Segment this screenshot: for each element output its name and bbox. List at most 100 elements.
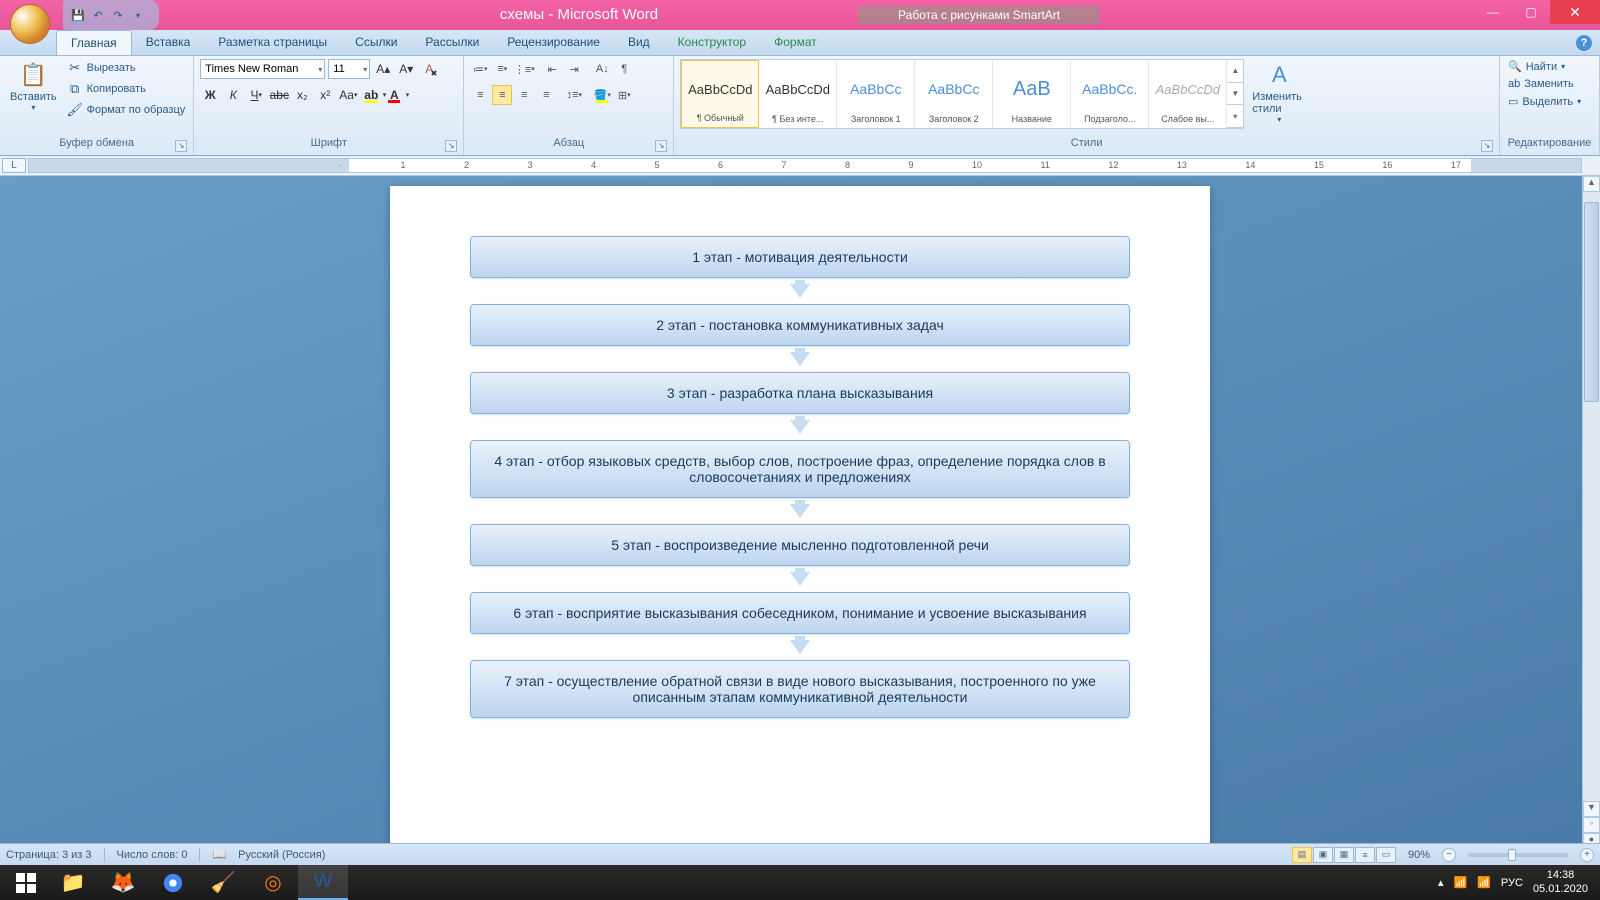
tray-language[interactable]: РУС: [1501, 877, 1523, 889]
print-layout-view[interactable]: ▤: [1292, 847, 1312, 863]
prev-page-icon[interactable]: ◦: [1583, 817, 1600, 833]
font-name-combo[interactable]: Times New Roman▾: [200, 59, 325, 79]
vertical-scrollbar[interactable]: ▲ ▼ ◦ ● ◦: [1582, 176, 1600, 865]
copy-button[interactable]: ⧉Копировать: [65, 80, 188, 98]
taskbar-explorer[interactable]: 📁: [48, 865, 98, 900]
word-count[interactable]: Число слов: 0: [117, 849, 188, 861]
taskbar-word[interactable]: W: [298, 865, 348, 900]
style-item[interactable]: AaBbCcDd¶ Обычный: [681, 60, 759, 128]
bullets-button[interactable]: ≔▾: [470, 59, 490, 79]
style-item[interactable]: AaBbCcЗаголовок 1: [837, 60, 915, 128]
maximize-button[interactable]: ▢: [1512, 0, 1550, 24]
shrink-font-button[interactable]: A▾: [396, 59, 416, 79]
replace-button[interactable]: abЗаменить: [1506, 77, 1583, 91]
numbering-button[interactable]: ≡▾: [492, 59, 512, 79]
tray-show-hidden-icon[interactable]: ▴: [1438, 876, 1444, 889]
decrease-indent-button[interactable]: ⇤: [542, 59, 562, 79]
draft-view[interactable]: ▭: [1376, 847, 1396, 863]
scroll-up-icon[interactable]: ▲: [1583, 176, 1600, 192]
taskbar-avast[interactable]: ◎: [248, 865, 298, 900]
sort-button[interactable]: A↓: [592, 59, 612, 79]
page[interactable]: 1 этап - мотивация деятельности 2 этап - …: [390, 186, 1210, 865]
taskbar-ccleaner[interactable]: 🧹: [198, 865, 248, 900]
smartart-step[interactable]: 2 этап - постановка коммуникативных зада…: [470, 304, 1130, 346]
undo-icon[interactable]: ↶: [89, 6, 107, 24]
font-size-combo[interactable]: 11▾: [328, 59, 370, 79]
grow-font-button[interactable]: A▴: [373, 59, 393, 79]
tab-главная[interactable]: Главная: [56, 30, 132, 55]
smartart-step[interactable]: 3 этап - разработка плана высказывания: [470, 372, 1130, 414]
smartart-step[interactable]: 7 этап - осуществление обратной связи в …: [470, 660, 1130, 718]
align-center-button[interactable]: ≡: [492, 85, 512, 105]
taskbar-chrome[interactable]: [148, 865, 198, 900]
show-marks-button[interactable]: ¶: [614, 59, 634, 79]
tab-конструктор[interactable]: Конструктор: [664, 30, 760, 55]
bold-button[interactable]: Ж: [200, 85, 220, 105]
highlight-color-button[interactable]: ab▾: [361, 85, 381, 105]
style-item[interactable]: AaBbCcDdСлабое вы...: [1149, 60, 1227, 128]
strikethrough-button[interactable]: abc: [269, 85, 289, 105]
taskbar-firefox[interactable]: 🦊: [98, 865, 148, 900]
horizontal-ruler[interactable]: ·1234567891011121314151617: [28, 158, 1582, 173]
clear-formatting-button[interactable]: A✖: [419, 59, 439, 79]
web-layout-view[interactable]: ▦: [1334, 847, 1354, 863]
language-indicator[interactable]: Русский (Россия): [238, 849, 325, 861]
tray-clock[interactable]: 14:38 05.01.2020: [1533, 869, 1588, 895]
style-item[interactable]: AaBНазвание: [993, 60, 1071, 128]
close-button[interactable]: ✕: [1550, 0, 1600, 24]
find-button[interactable]: 🔍Найти▾: [1506, 59, 1583, 74]
tab-рецензирование[interactable]: Рецензирование: [493, 30, 614, 55]
line-spacing-button[interactable]: ↕≡▾: [564, 85, 584, 105]
gallery-more-icon[interactable]: ▾: [1227, 105, 1243, 128]
gallery-up-icon[interactable]: ▲: [1227, 60, 1243, 83]
outline-view[interactable]: ≡: [1355, 847, 1375, 863]
shading-button[interactable]: 🪣▾: [592, 85, 612, 105]
proofing-icon[interactable]: 📖: [212, 848, 226, 861]
tab-рассылки[interactable]: Рассылки: [411, 30, 493, 55]
styles-dialog-launcher[interactable]: ↘: [1481, 140, 1493, 152]
zoom-value[interactable]: 90%: [1408, 849, 1430, 861]
tab-разметка-страницы[interactable]: Разметка страницы: [204, 30, 341, 55]
zoom-in-button[interactable]: +: [1580, 848, 1594, 862]
subscript-button[interactable]: x₂: [292, 85, 312, 105]
style-item[interactable]: AaBbCcЗаголовок 2: [915, 60, 993, 128]
font-dialog-launcher[interactable]: ↘: [445, 140, 457, 152]
font-color-button[interactable]: A▾: [384, 85, 404, 105]
minimize-button[interactable]: —: [1474, 0, 1512, 24]
scroll-down-icon[interactable]: ▼: [1583, 801, 1600, 817]
gallery-down-icon[interactable]: ▼: [1227, 83, 1243, 106]
tray-network-icon[interactable]: 📶: [1454, 876, 1468, 889]
tab-ссылки[interactable]: Ссылки: [341, 30, 411, 55]
paragraph-dialog-launcher[interactable]: ↘: [655, 140, 667, 152]
tab-вид[interactable]: Вид: [614, 30, 664, 55]
zoom-slider[interactable]: [1468, 853, 1568, 857]
smartart-step[interactable]: 4 этап - отбор языковых средств, выбор с…: [470, 440, 1130, 498]
paste-button[interactable]: 📋 Вставить ▾: [6, 59, 61, 114]
save-icon[interactable]: 💾: [69, 6, 87, 24]
increase-indent-button[interactable]: ⇥: [564, 59, 584, 79]
align-left-button[interactable]: ≡: [470, 85, 490, 105]
tab-вставка[interactable]: Вставка: [132, 30, 205, 55]
superscript-button[interactable]: x²: [315, 85, 335, 105]
cut-button[interactable]: ✂Вырезать: [65, 59, 188, 77]
start-button[interactable]: [4, 865, 48, 900]
qat-customize-icon[interactable]: ▾: [129, 6, 147, 24]
redo-icon[interactable]: ↷: [109, 6, 127, 24]
help-icon[interactable]: ?: [1576, 35, 1592, 51]
change-styles-button[interactable]: A Изменить стили ▾: [1248, 59, 1310, 126]
justify-button[interactable]: ≡: [536, 85, 556, 105]
tab-формат[interactable]: Формат: [760, 30, 831, 55]
underline-button[interactable]: Ч▾: [246, 85, 266, 105]
smartart-step[interactable]: 6 этап - восприятие высказывания собесед…: [470, 592, 1130, 634]
change-case-button[interactable]: Aa▾: [338, 85, 358, 105]
clipboard-dialog-launcher[interactable]: ↘: [175, 140, 187, 152]
full-screen-view[interactable]: ▣: [1313, 847, 1333, 863]
style-item[interactable]: AaBbCcDd¶ Без инте...: [759, 60, 837, 128]
smartart-step[interactable]: 1 этап - мотивация деятельности: [470, 236, 1130, 278]
italic-button[interactable]: К: [223, 85, 243, 105]
smartart-diagram[interactable]: 1 этап - мотивация деятельности 2 этап - …: [450, 236, 1150, 718]
align-right-button[interactable]: ≡: [514, 85, 534, 105]
tab-selector[interactable]: L: [2, 158, 26, 173]
multilevel-list-button[interactable]: ⋮≡▾: [514, 59, 534, 79]
format-painter-button[interactable]: 🖌Формат по образцу: [65, 101, 188, 119]
